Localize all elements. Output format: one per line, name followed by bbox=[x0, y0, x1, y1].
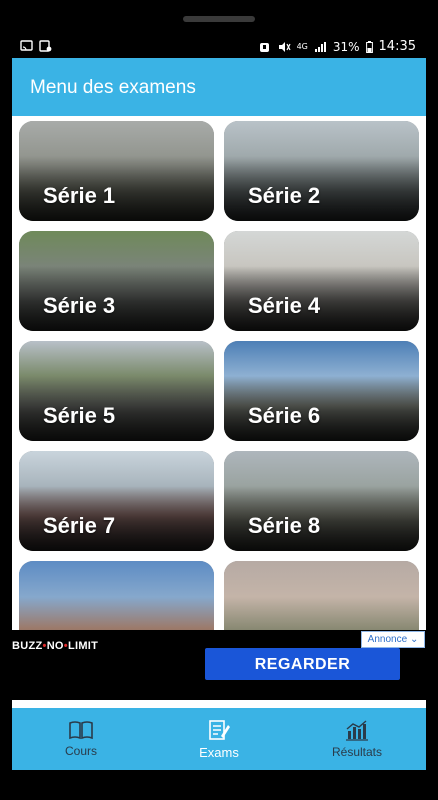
series-card-6[interactable]: Série 6 bbox=[224, 341, 419, 441]
series-label: Série 4 bbox=[248, 293, 321, 318]
page-title: Menu des examens bbox=[30, 77, 196, 98]
series-label: Série 6 bbox=[248, 403, 321, 428]
battery-icon bbox=[365, 40, 373, 53]
mute-icon bbox=[278, 41, 291, 53]
bar-chart-icon bbox=[346, 720, 368, 741]
series-card-5[interactable]: Série 5 bbox=[19, 341, 214, 441]
series-card-1[interactable]: Série 1 bbox=[19, 121, 214, 221]
nav-item-resultats[interactable]: Résultats bbox=[288, 708, 426, 770]
series-card-4[interactable]: Série 4 bbox=[224, 231, 419, 331]
series-label: Série 7 bbox=[43, 513, 116, 538]
signal-icon bbox=[314, 41, 327, 53]
ad-banner[interactable]: BUZZ•NO•LIMIT Annonce ⌄ REGARDER bbox=[12, 630, 426, 710]
series-card-8[interactable]: Série 8 bbox=[224, 451, 419, 551]
book-icon bbox=[69, 721, 93, 740]
app-bar: Menu des examens bbox=[12, 58, 426, 116]
series-card-2[interactable]: Série 2 bbox=[224, 121, 419, 221]
series-label: Série 2 bbox=[248, 183, 321, 208]
screen-cast-icon bbox=[20, 40, 33, 52]
series-label: Série 1 bbox=[43, 183, 116, 208]
nav-label: Cours bbox=[64, 744, 97, 758]
ad-watch-button[interactable]: REGARDER bbox=[205, 648, 400, 680]
ad-choices-label[interactable]: Annonce ⌄ bbox=[361, 631, 425, 648]
chevron-down-icon: ⌄ bbox=[409, 634, 419, 645]
nav-item-exams[interactable]: Exams bbox=[150, 708, 288, 770]
phone-speaker bbox=[183, 16, 255, 22]
battery-percent: 31% bbox=[332, 39, 360, 54]
alarm-icon bbox=[259, 41, 272, 53]
series-card-7[interactable]: Série 7 bbox=[19, 451, 214, 551]
series-label: Série 5 bbox=[43, 403, 116, 428]
notification-icon bbox=[39, 40, 52, 52]
bottom-nav: Cours Exams Résultats bbox=[12, 708, 426, 770]
series-grid[interactable]: Série 1 Série 2 Série 3 Série 4 Série 5 … bbox=[12, 116, 426, 688]
app-screen: Menu des examens Série 1 Série 2 Série 3… bbox=[12, 58, 426, 770]
series-card-3[interactable]: Série 3 bbox=[19, 231, 214, 331]
status-bar: 4G 31% 14:35 bbox=[12, 36, 426, 58]
nav-label: Exams bbox=[199, 744, 239, 760]
series-label: Série 8 bbox=[248, 513, 321, 538]
ad-brand-logo: BUZZ•NO•LIMIT bbox=[12, 640, 99, 652]
series-label: Série 3 bbox=[43, 293, 116, 318]
nav-item-cours[interactable]: Cours bbox=[12, 708, 150, 770]
exam-edit-icon bbox=[209, 719, 230, 740]
clock: 14:35 bbox=[378, 39, 416, 54]
network-type: 4G bbox=[296, 42, 308, 51]
nav-label: Résultats bbox=[331, 745, 383, 759]
